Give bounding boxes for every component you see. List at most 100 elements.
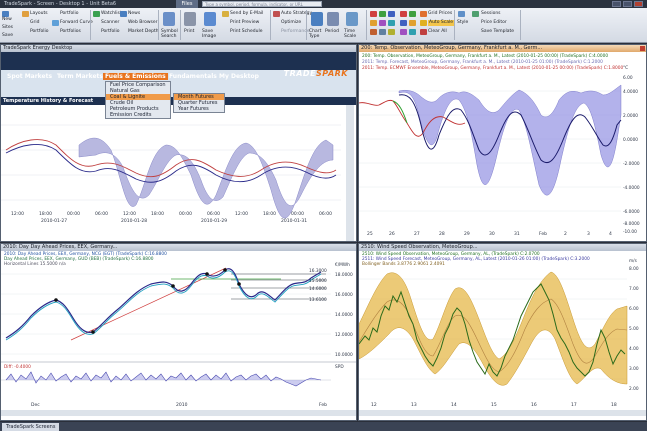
nav-fuels-emissions[interactable]: Fuels & Emissions [103,73,168,80]
tradespark-navbar [1,52,356,70]
y-tick: -4.0000 [623,185,640,191]
grid-button[interactable]: Grid [30,20,39,26]
tool-icon[interactable] [388,20,395,26]
maximize-button[interactable] [623,1,632,7]
period-button[interactable]: Period [325,29,339,35]
drawing-tool-icon[interactable] [409,11,416,17]
close-button[interactable] [634,1,643,7]
search-input[interactable]: Type a symbol, period, formula, indicato… [202,1,322,7]
drawing-tool-icon[interactable] [400,11,407,17]
status-bar: TradeSpark Screens [0,422,647,431]
style-icon [458,11,465,17]
sites-button[interactable]: Sites [2,25,13,31]
logo-text-spark: SPARK [316,69,348,78]
tool-icon[interactable] [379,20,386,26]
period-icon [327,12,339,26]
style-button[interactable]: Style [457,20,468,26]
level-label: 16.3000 [309,268,327,274]
print-preview-button[interactable]: Print Preview [230,20,259,26]
optimize-button[interactable]: Optimize [281,20,301,26]
tool-icon[interactable] [379,11,386,17]
date-label: 2010-01-29 [201,218,227,224]
desktop-panel-title[interactable]: TradeSpark Energy Desktop [1,45,356,52]
temperature-panel: 200: Temp. Observation, MeteoGroup, Germ… [358,44,647,242]
tool-icon[interactable] [370,11,377,17]
ensemble-band [398,84,622,196]
horizontal-scrollbar[interactable] [359,410,647,416]
symbol-search-button[interactable]: Symbol Search [161,29,179,39]
web-browser-button[interactable]: Web Browser [128,20,157,26]
save-button[interactable]: Save [2,33,13,39]
nav-my-desktop[interactable]: My Desktop [219,73,259,80]
price-editor-button[interactable]: Price Editor [481,20,507,26]
news-button[interactable]: News [128,11,140,17]
chart-type-button[interactable]: Chart Type [309,29,325,39]
nav-fundamentals[interactable]: Fundamentals [169,73,217,80]
minimize-button[interactable] [612,1,621,7]
chart-type-icon [311,12,323,26]
screens-tab[interactable]: TradeSpark Screens [2,423,60,431]
logo-text-trade: TRADE [283,69,317,78]
y-tick: 4.00 [629,346,639,352]
temp-y-axis: °C 6.00 4.0000 2.0000 0.0000 -2.0000 -4.… [623,65,640,235]
drawing-tool-icon[interactable] [400,20,407,26]
time-scale-button[interactable]: Time Scale [344,29,362,39]
x-tick: 29 [464,231,470,237]
menu-item-emission-credits[interactable]: Emission Credits [106,112,170,118]
symbol-search-icon [163,12,175,26]
ribbon-separator [306,10,307,40]
save-template-button[interactable]: Save Template [481,29,514,35]
chart-subheading: Temperature History & Forecast [3,98,94,104]
watchlist-button[interactable]: Watchlist [101,11,122,17]
portfolio-button[interactable]: Portfolio [30,29,49,35]
nav-spot-markets[interactable]: Spot Markets [7,73,52,80]
ribbon-separator [520,10,521,40]
tool-icon[interactable] [388,29,395,35]
tool-icon[interactable] [370,20,377,26]
new-button[interactable]: New [2,17,12,23]
grid-prices-button[interactable]: Grid Prices [428,11,452,17]
prices-y-axis: €/MWh 18.0000 16.0000 14.0000 12.0000 10… [309,262,353,358]
market-depth-button[interactable]: Market Depth [128,29,159,35]
auto-scale-button[interactable]: Auto Scale [428,20,454,26]
nav-term-markets[interactable]: Term Markets [57,73,103,80]
submenu-year-futures[interactable]: Year Futures [174,106,224,112]
coal-submenu: Month Futures Quarter Futures Year Futur… [173,93,225,113]
tool-icon[interactable] [388,11,395,17]
drawing-tool-icon[interactable] [400,29,407,35]
send-email-button[interactable]: Send by E-Mail [230,11,263,17]
files-tab[interactable]: Files [176,0,198,8]
tool-icon[interactable] [370,29,377,35]
clear-all-button[interactable]: Clear All [428,29,447,35]
print-schedule-button[interactable]: Print Schedule [230,29,262,35]
auto-strategy-button[interactable]: Auto Strategy [281,11,312,17]
ribbon-separator [454,10,455,40]
x-tick: 4 [609,231,612,237]
app-window: TradeSpark - Screen - Desktop 1 - Unit B… [0,0,647,431]
ribbon-separator [180,10,181,40]
sessions-button[interactable]: Sessions [481,11,501,17]
x-tick: 00:00 [67,211,80,217]
print-button[interactable]: Print [184,29,194,35]
drawing-tool-icon[interactable] [409,20,416,26]
horizontal-scrollbar[interactable] [1,410,357,416]
save-image-icon [204,12,216,26]
x-tick: Dec [31,402,40,408]
x-tick: 18:00 [39,211,52,217]
drawing-tool-icon[interactable] [409,29,416,35]
save-image-button[interactable]: Save Image [202,29,220,39]
forward-curve-button[interactable]: Forward Curve [60,20,93,26]
chart-gridlines [1,273,331,355]
portfolios-button[interactable]: Portfolios [60,29,81,35]
portfolio-menu[interactable]: Portfolio [60,11,79,17]
portfolio-tool-button[interactable]: Portfolio [101,29,120,35]
prices-x-axis: Dec 2010 Feb [31,402,327,408]
scanner-button[interactable]: Scanner [101,20,119,26]
vertical-scrollbar[interactable] [346,105,354,242]
portfolio-icon [52,20,59,26]
ribbon-toolbar: New Sites Save Layouts Grid Portfolio Po… [0,8,647,43]
layouts-icon [22,11,29,17]
tool-icon[interactable] [379,29,386,35]
prices-chart: €/MWh 18.0000 16.0000 14.0000 12.0000 10… [1,262,357,416]
layouts-button[interactable]: Layouts [30,11,48,17]
